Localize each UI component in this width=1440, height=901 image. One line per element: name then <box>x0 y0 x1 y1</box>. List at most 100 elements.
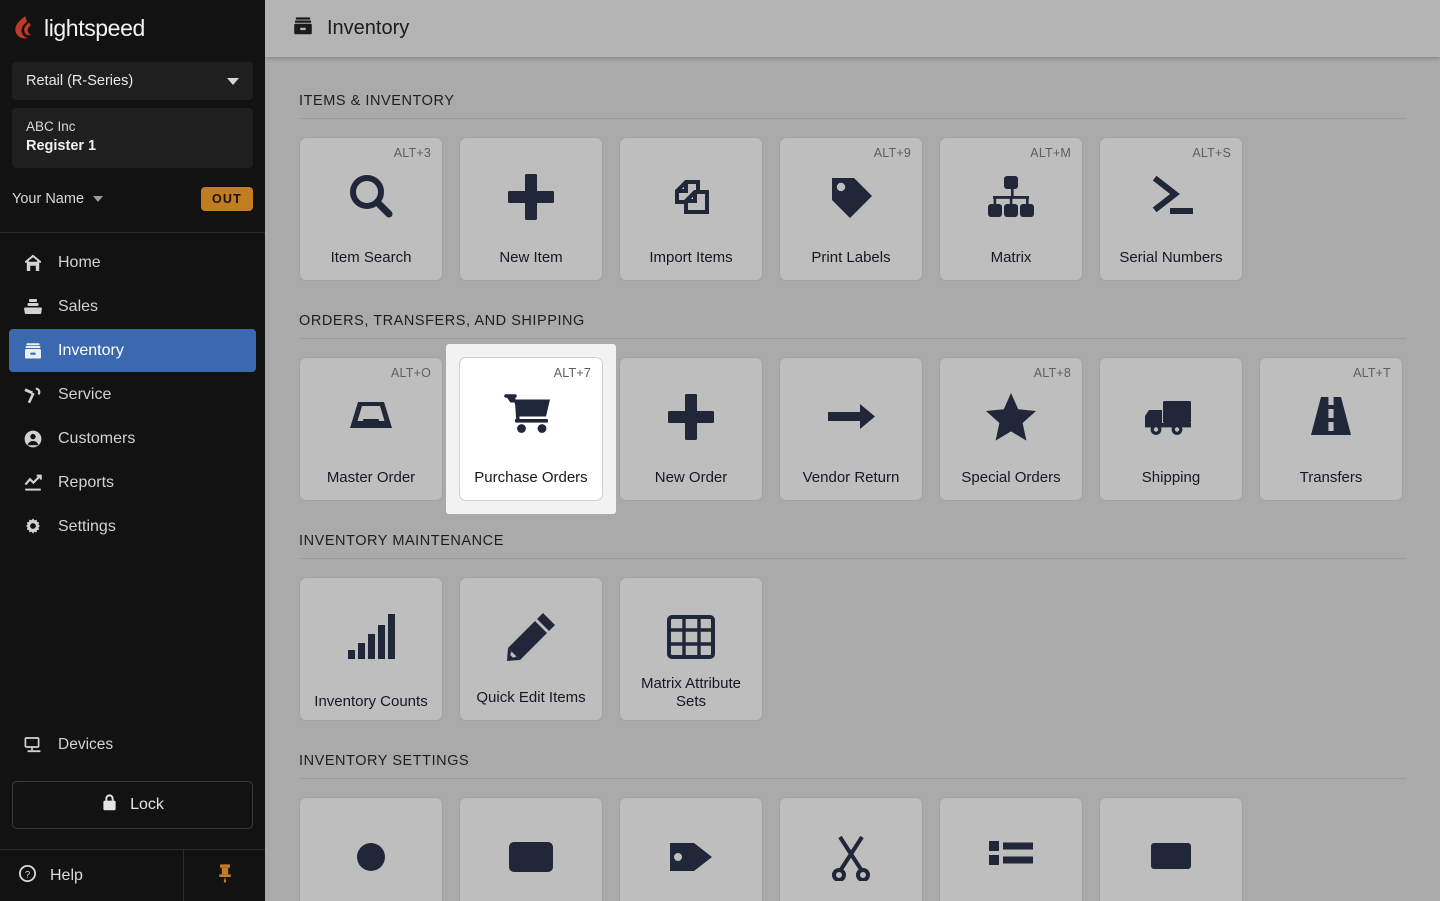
help-label: Help <box>50 866 83 884</box>
tile-wrap <box>1099 797 1243 901</box>
tile-label: Quick Edit Items <box>476 689 586 706</box>
tile-row: ALT+O Master Order ALT+7 Purchase Orders… <box>299 344 1406 514</box>
tile-label: Item Search <box>330 249 412 266</box>
tile-wrap: ALT+T Transfers <box>1259 357 1403 501</box>
tile-label: Shipping <box>1141 469 1201 486</box>
tile-settings-6[interactable] <box>1099 797 1243 901</box>
lightspeed-flame-icon <box>14 15 37 41</box>
tile-label: Purchase Orders <box>474 469 588 486</box>
sidebar-item-customers[interactable]: Customers <box>9 417 256 460</box>
product-select[interactable]: Retail (R-Series) <box>12 62 253 100</box>
tile-import-items[interactable]: Import Items <box>619 137 763 281</box>
pin-sidebar-button[interactable] <box>183 850 265 901</box>
help-button[interactable]: ? Help <box>0 850 183 901</box>
tile-label: New Order <box>654 469 728 486</box>
sidebar-item-label: Reports <box>58 473 115 491</box>
list-icon <box>980 826 1042 888</box>
tile-matrix-attribute-sets[interactable]: Matrix Attribute Sets <box>619 577 763 721</box>
tile-row: Inventory Counts Quick Edit Items Matrix… <box>299 577 1406 721</box>
sidebar-item-devices[interactable]: Devices <box>0 725 265 765</box>
sidebar-item-home[interactable]: Home <box>9 241 256 284</box>
tile-settings-4[interactable] <box>779 797 923 901</box>
bar-chart-icon <box>340 606 402 668</box>
tile-purchase-orders[interactable]: ALT+7 Purchase Orders <box>459 357 603 501</box>
sidebar-divider <box>0 232 265 233</box>
tile-inventory-counts[interactable]: Inventory Counts <box>299 577 443 721</box>
caret-down-icon[interactable] <box>93 196 104 202</box>
section-title: ORDERS, TRANSFERS, AND SHIPPING <box>299 313 585 329</box>
arrow-right-icon <box>820 386 882 448</box>
tile-settings-5[interactable] <box>939 797 1083 901</box>
tile-new-order[interactable]: New Order <box>619 357 763 501</box>
tile-label: Vendor Return <box>802 469 900 486</box>
star-icon <box>980 386 1042 448</box>
tile-settings-1[interactable] <box>299 797 443 901</box>
tile-wrap <box>299 797 443 901</box>
section-rule <box>299 118 1406 119</box>
tile-quick-edit-items[interactable]: Quick Edit Items <box>459 577 603 721</box>
inbox-tray-icon <box>340 386 402 448</box>
tile-label: Import Items <box>649 249 733 266</box>
tile-matrix[interactable]: ALT+M Matrix <box>939 137 1083 281</box>
sidebar-item-settings[interactable]: Settings <box>9 505 256 548</box>
tile-wrap: ALT+9 Print Labels <box>779 137 923 281</box>
tile-new-item[interactable]: New Item <box>459 137 603 281</box>
pushpin-icon <box>216 862 234 889</box>
scissors-icon <box>820 826 882 888</box>
tile-print-labels[interactable]: ALT+9 Print Labels <box>779 137 923 281</box>
tile-label: Serial Numbers <box>1119 249 1223 266</box>
tile-wrap <box>939 797 1083 901</box>
shortcut-badge: ALT+O <box>390 366 431 380</box>
tile-label: Transfers <box>1299 469 1363 486</box>
user-name[interactable]: Your Name <box>12 191 84 207</box>
home-icon <box>22 252 43 273</box>
tile-settings-2[interactable] <box>459 797 603 901</box>
tile-special-orders[interactable]: ALT+8 Special Orders <box>939 357 1083 501</box>
sidebar-item-label: Sales <box>58 297 99 315</box>
shopping-cart-icon <box>500 386 562 448</box>
gear-icon <box>22 516 43 537</box>
chevron-down-icon <box>227 77 239 85</box>
tile-wrap: ALT+8 Special Orders <box>939 357 1083 501</box>
sidebar: lightspeed Retail (R-Series) ABC Inc Reg… <box>0 0 265 901</box>
tile-serial-numbers[interactable]: ALT+S Serial Numbers <box>1099 137 1243 281</box>
tile-item-search[interactable]: ALT+3 Item Search <box>299 137 443 281</box>
sidebar-item-inventory[interactable]: Inventory <box>9 329 256 372</box>
tile-wrap <box>779 797 923 901</box>
tile-shipping[interactable]: Shipping <box>1099 357 1243 501</box>
plus-icon <box>660 386 722 448</box>
tile-label: Inventory Counts <box>314 693 428 710</box>
tile-master-order[interactable]: ALT+O Master Order <box>299 357 443 501</box>
lock-button[interactable]: Lock <box>12 781 253 829</box>
tile-wrap: Import Items <box>619 137 763 281</box>
tile-settings-3[interactable] <box>619 797 763 901</box>
sidebar-item-sales[interactable]: Sales <box>9 285 256 328</box>
shortcut-badge: ALT+T <box>1353 366 1391 380</box>
section-orders-transfers-shipping: ORDERS, TRANSFERS, AND SHIPPING ALT+O Ma… <box>265 313 1440 514</box>
sidebar-item-label: Customers <box>58 429 136 447</box>
tile-vendor-return[interactable]: Vendor Return <box>779 357 923 501</box>
chart-line-icon <box>22 472 43 493</box>
sidebar-item-service[interactable]: Service <box>9 373 256 416</box>
tile-wrap-highlighted: ALT+7 Purchase Orders <box>446 344 616 514</box>
product-select-value: Retail (R-Series) <box>26 73 134 89</box>
brand-name: lightspeed <box>44 14 145 41</box>
sidebar-item-reports[interactable]: Reports <box>9 461 256 504</box>
card-icon <box>500 826 562 888</box>
tile-wrap: ALT+O Master Order <box>299 357 443 501</box>
terminal-prompt-icon <box>1140 166 1202 228</box>
brand-logo: lightspeed <box>0 0 265 56</box>
shortcut-badge: ALT+M <box>1030 146 1071 160</box>
tile-wrap: Vendor Return <box>779 357 923 501</box>
section-inventory-maintenance: INVENTORY MAINTENANCE Inventory Counts Q… <box>265 533 1440 721</box>
section-rule <box>299 558 1406 559</box>
copy-documents-icon <box>660 166 722 228</box>
tile-wrap <box>619 797 763 901</box>
user-row: Your Name OUT <box>12 178 253 220</box>
logout-button[interactable]: OUT <box>201 187 253 211</box>
box-icon <box>1140 826 1202 888</box>
tile-transfers[interactable]: ALT+T Transfers <box>1259 357 1403 501</box>
shortcut-badge: ALT+8 <box>1033 366 1071 380</box>
sidebar-item-label: Home <box>58 253 101 271</box>
